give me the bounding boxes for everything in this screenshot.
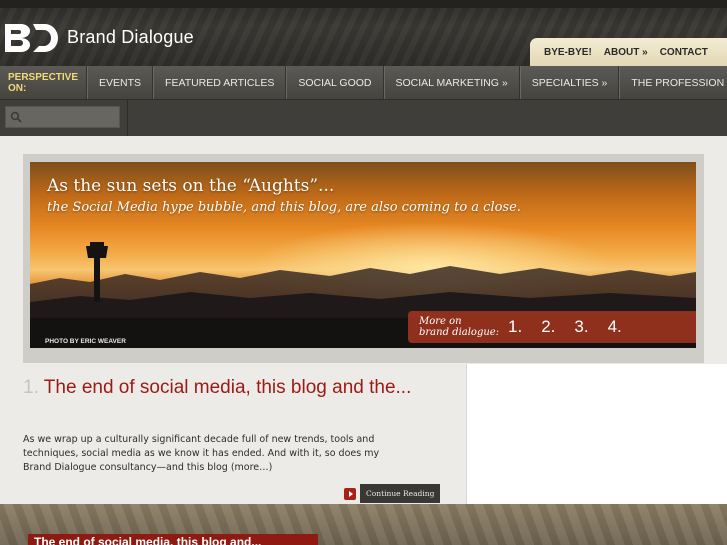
more-on-line1: More on	[419, 316, 462, 327]
nav-item-featured-articles[interactable]: FEATURED ARTICLES	[153, 66, 287, 99]
feature-page-3[interactable]: 3.	[574, 317, 588, 337]
search-bar	[0, 100, 727, 136]
feature-banner[interactable]: As the sun sets on the “Aughts”... the S…	[30, 162, 696, 348]
article-teaser: 1. The end of social media, this blog an…	[0, 364, 462, 504]
bd-logo-icon	[5, 24, 58, 52]
bottom-article-title[interactable]: The end of social media, this blog and..…	[34, 535, 261, 545]
nav-perspective-label: PERSPECTIVE ON:	[0, 66, 88, 99]
nav-item-events[interactable]: EVENTS	[87, 66, 154, 99]
continue-reading-button[interactable]: Continue Reading	[360, 484, 441, 503]
topnav-about[interactable]: ABOUT »	[598, 47, 654, 58]
search-icon[interactable]	[10, 111, 22, 123]
search-box	[5, 106, 120, 128]
photo-credit: PHOTO BY ERIC WEAVER	[45, 338, 126, 345]
bottom-section: The end of social media, this blog and..…	[0, 504, 727, 545]
sidebar-column	[466, 364, 727, 504]
feature-page-4[interactable]: 4.	[608, 317, 622, 337]
main-content: As the sun sets on the “Aughts”... the S…	[0, 136, 727, 504]
topnav-contact[interactable]: CONTACT	[654, 47, 714, 58]
search-divider	[127, 100, 128, 136]
search-input[interactable]	[26, 109, 108, 125]
nav-item-specialties[interactable]: SPECIALTIES »	[519, 66, 620, 99]
nav-item-social-marketing[interactable]: SOCIAL MARKETING »	[383, 66, 520, 99]
play-arrow-icon	[344, 487, 356, 500]
nav-item-social-good[interactable]: SOCIAL GOOD	[286, 66, 384, 99]
feature-title: As the sun sets on the “Aughts”...	[47, 176, 335, 196]
feature-page-2[interactable]: 2.	[541, 317, 555, 337]
site-header: Brand Dialogue BYE-BYE! ABOUT » CONTACT	[0, 0, 727, 66]
more-on-label: More on brand dialogue:	[408, 316, 508, 338]
site-logo[interactable]: Brand Dialogue	[3, 21, 194, 53]
feature-subtitle: the Social Media hype bubble, and this b…	[47, 200, 521, 215]
article-excerpt: As we wrap up a culturally significant d…	[23, 434, 380, 473]
feature-page-1[interactable]: 1.	[508, 317, 522, 337]
brand-name: Brand Dialogue	[67, 26, 194, 47]
article-title[interactable]: 1. The end of social media, this blog an…	[23, 375, 413, 400]
continue-reading[interactable]: Continue Reading	[344, 484, 441, 503]
more-on-line2: brand dialogue:	[419, 327, 500, 338]
top-navigation: BYE-BYE! ABOUT » CONTACT	[530, 38, 727, 66]
main-navigation: PERSPECTIVE ON: EVENTS FEATURED ARTICLES…	[0, 66, 727, 100]
more-on-panel: More on brand dialogue: 1. 2. 3. 4.	[408, 311, 696, 343]
nav-item-the-profession[interactable]: THE PROFESSION »	[619, 66, 727, 99]
article-title-text[interactable]: The end of social media, this blog and t…	[44, 377, 412, 398]
topnav-bye-bye[interactable]: BYE-BYE!	[538, 47, 598, 58]
article-number: 1.	[23, 377, 39, 398]
feature-frame: As the sun sets on the “Aughts”... the S…	[23, 154, 704, 363]
